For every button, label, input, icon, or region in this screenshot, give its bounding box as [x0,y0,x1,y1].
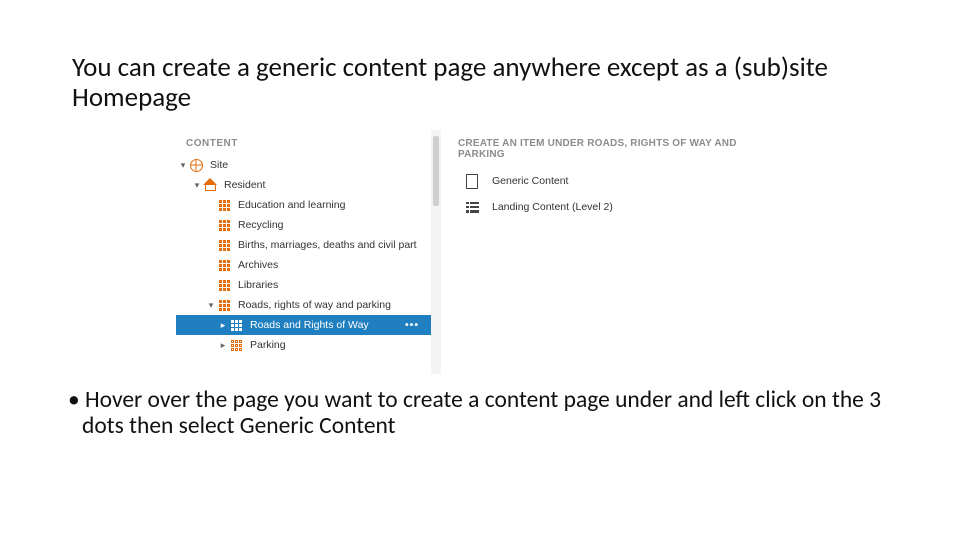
tree-item-label: Libraries [238,279,425,291]
grid-icon [216,220,232,231]
create-option-label: Generic Content [492,175,568,187]
grid-icon [216,280,232,291]
content-tree: ▾ Site ▾ Resident Education and learning [176,155,431,355]
create-item-header: CREATE AN ITEM UNDER ROADS, RIGHTS OF WA… [448,130,794,168]
tree-item-site[interactable]: ▾ Site [176,155,431,175]
list-icon [460,202,484,213]
tree-item-label: Education and learning [238,199,425,211]
create-option-generic-content[interactable]: Generic Content [448,168,794,194]
caret-down-icon: ▾ [206,300,216,311]
tree-item[interactable]: Recycling [176,215,431,235]
tree-item[interactable]: Births, marriages, deaths and civil part [176,235,431,255]
content-tree-pane: CONTENT ▾ Site ▾ Resident Education [176,130,431,374]
tree-item[interactable]: Archives [176,255,431,275]
scrollbar-thumb[interactable] [433,136,439,206]
create-item-pane: CREATE AN ITEM UNDER ROADS, RIGHTS OF WA… [448,130,794,374]
grid-outline-icon [228,340,244,351]
tree-item-label: Recycling [238,219,425,231]
tree-item[interactable]: ▸ Parking [176,335,431,355]
grid-icon [216,300,232,311]
tree-item-resident[interactable]: ▾ Resident [176,175,431,195]
globe-icon [188,159,204,172]
create-option-label: Landing Content (Level 2) [492,201,613,213]
grid-icon [216,240,232,251]
tree-item-label: Site [210,159,425,171]
instruction-bullet: Hover over the page you want to create a… [82,387,912,440]
cms-screenshot: CONTENT ▾ Site ▾ Resident Education [176,130,794,374]
tree-item[interactable]: Education and learning [176,195,431,215]
tree-scrollbar[interactable] [431,130,441,374]
home-icon [202,180,218,191]
tree-item[interactable]: Libraries [176,275,431,295]
tree-item-label: Parking [250,339,425,351]
grid-icon [216,260,232,271]
caret-down-icon: ▾ [192,180,202,191]
caret-down-icon: ▾ [178,160,188,171]
caret-right-icon: ▸ [218,340,228,351]
tree-item-label: Archives [238,259,425,271]
tree-item-selected[interactable]: ▸ Roads and Rights of Way ••• [176,315,431,335]
tree-item-label: Resident [224,179,425,191]
page-icon [460,174,484,189]
caret-right-icon: ▸ [218,320,228,331]
tree-item[interactable]: ▾ Roads, rights of way and parking [176,295,431,315]
slide-title: You can create a generic content page an… [72,53,892,112]
tree-item-label: Births, marriages, deaths and civil part [238,239,425,251]
create-option-landing-content[interactable]: Landing Content (Level 2) [448,194,794,220]
actions-menu-dots[interactable]: ••• [399,319,425,331]
grid-icon [228,320,244,331]
content-tree-header: CONTENT [176,130,431,153]
tree-item-label: Roads, rights of way and parking [238,299,425,311]
tree-item-label: Roads and Rights of Way [250,319,399,331]
grid-icon [216,200,232,211]
